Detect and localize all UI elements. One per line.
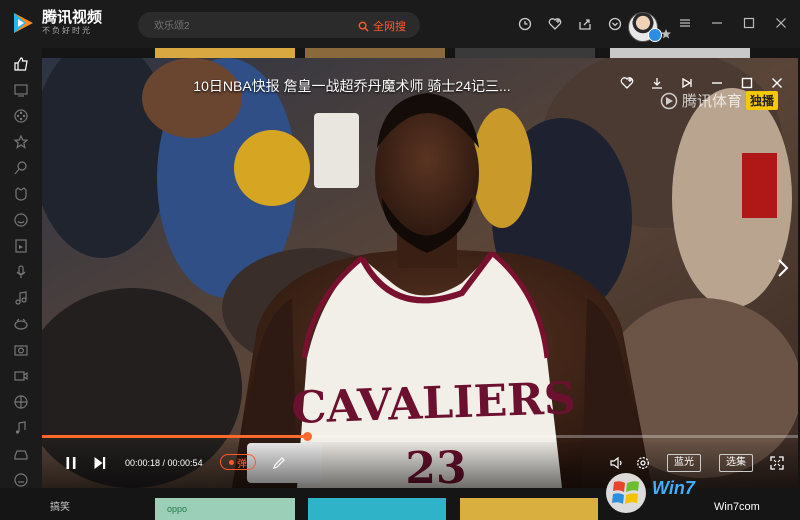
face-icon[interactable]: [13, 472, 29, 488]
star-icon: [661, 29, 671, 39]
video-player[interactable]: CAVALIERS 23 儿余 10日NBA快报 詹皇一战超乔丹魔术师 骑士24…: [42, 58, 798, 488]
thumbnail-strip-top: [155, 48, 295, 58]
windows-logo-icon: [606, 473, 646, 513]
variety-icon[interactable]: [13, 134, 29, 150]
watermark-url: Win7com: [714, 501, 760, 513]
sidebar: [0, 48, 42, 520]
progress-handle[interactable]: [302, 432, 312, 441]
next-video-arrow-icon[interactable]: [776, 258, 790, 283]
minimize-icon[interactable]: [708, 14, 726, 32]
video-thumbnail[interactable]: oppo: [155, 498, 295, 520]
menu-icon[interactable]: [676, 14, 694, 32]
top-bar: 腾讯视频 不负好时光 全网搜: [0, 0, 800, 48]
player-favorite-icon[interactable]: [618, 74, 636, 92]
broadcaster-name: 腾讯体育: [681, 93, 742, 110]
search-all-label: 全网搜: [373, 21, 406, 33]
danmu-dot-icon: [229, 459, 234, 465]
jersey-text: CAVALIERS: [291, 373, 577, 434]
recommend-icon[interactable]: [13, 56, 29, 72]
thumbnail-strip-top: [610, 48, 750, 58]
anime-icon[interactable]: [13, 160, 29, 176]
video-title: 10日NBA快报 詹皇一战超乔丹魔术师 骑士24记三...: [193, 78, 511, 94]
kids-icon[interactable]: [13, 186, 29, 202]
history-icon[interactable]: [516, 15, 534, 33]
app-title: 腾讯视频: [42, 9, 103, 26]
tv-icon[interactable]: [13, 82, 29, 98]
tencent-video-logo-icon: [14, 13, 33, 33]
maximize-icon[interactable]: [740, 14, 758, 32]
search-icon: [358, 21, 369, 32]
thumbnail-strip-top: [305, 48, 445, 58]
favorite-icon[interactable]: [546, 15, 564, 33]
thumbnail-strip-top: [455, 48, 595, 58]
close-icon[interactable]: [772, 14, 790, 32]
time-display: 00:00:18 / 00:00:54: [125, 458, 203, 468]
movie-icon[interactable]: [13, 108, 29, 124]
progress-fill: [42, 435, 307, 438]
message-icon[interactable]: [606, 15, 624, 33]
danmu-edit-icon[interactable]: [270, 454, 288, 472]
win7-watermark: Win7 Win7com: [606, 473, 760, 513]
search-all-button[interactable]: 全网搜: [358, 18, 406, 34]
note-icon[interactable]: [13, 420, 29, 436]
video-frame: CAVALIERS 23 儿余: [42, 58, 798, 488]
search-input[interactable]: [152, 12, 336, 40]
danmu-toggle[interactable]: 弹: [220, 454, 256, 470]
pause-icon[interactable]: [62, 454, 80, 472]
sports-icon[interactable]: [13, 394, 29, 410]
mic-icon[interactable]: [13, 264, 29, 280]
broadcaster-watermark: 腾讯体育 独播: [660, 90, 778, 111]
search-box: 全网搜: [138, 12, 420, 40]
car-icon[interactable]: [13, 446, 29, 462]
video-thumbnail[interactable]: [460, 498, 598, 520]
doc-icon[interactable]: [13, 238, 29, 254]
camera-icon[interactable]: [13, 342, 29, 358]
danmu-label: 弹: [237, 458, 247, 470]
upload-icon[interactable]: [576, 15, 594, 33]
next-icon[interactable]: [91, 454, 109, 472]
thumbnail-text: oppo: [167, 504, 188, 514]
progress-bar[interactable]: [42, 432, 798, 441]
category-label[interactable]: 搞笑: [50, 498, 70, 513]
app-slogan: 不负好时光: [42, 26, 92, 35]
game-icon[interactable]: [13, 316, 29, 332]
exclusive-badge: 独播: [745, 91, 778, 110]
watermark-title: Win7: [652, 478, 696, 498]
tencent-sports-logo-icon: [660, 92, 678, 109]
video-thumbnail[interactable]: [308, 498, 446, 520]
smile-icon[interactable]: [13, 212, 29, 228]
app-logo[interactable]: 腾讯视频 不负好时光: [10, 10, 102, 36]
music-icon[interactable]: [13, 290, 29, 306]
video-icon[interactable]: [13, 368, 29, 384]
